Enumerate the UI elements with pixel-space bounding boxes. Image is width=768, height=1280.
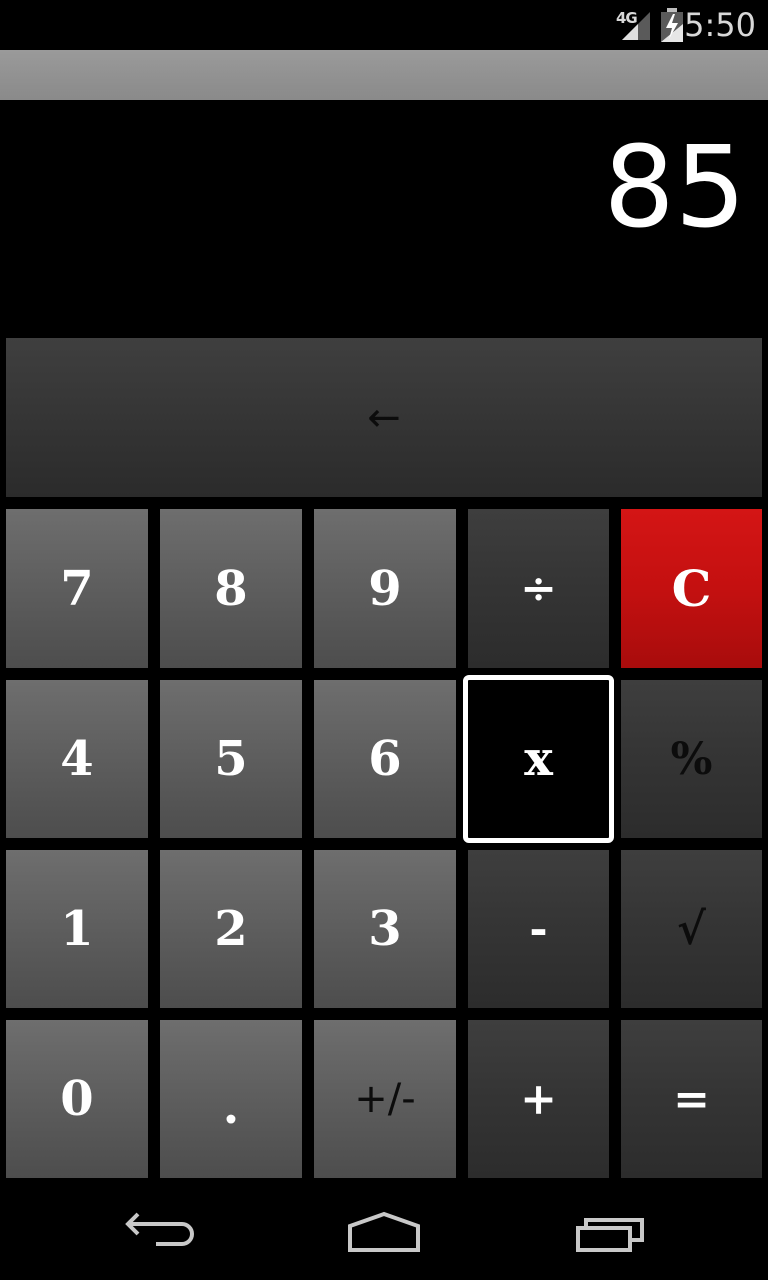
digit-5-label: 5 <box>214 731 248 787</box>
divide-label: ÷ <box>520 563 557 614</box>
digit-6-button[interactable]: 6 <box>314 680 456 838</box>
digit-9-button[interactable]: 9 <box>314 509 456 668</box>
digit-4-button[interactable]: 4 <box>6 680 148 838</box>
square-root-label: √ <box>677 903 706 955</box>
digit-3-button[interactable]: 3 <box>314 850 456 1008</box>
back-arrow-icon <box>125 1212 194 1246</box>
nav-recents-button[interactable] <box>562 1204 658 1260</box>
clock: 5:50 <box>684 6 756 44</box>
title-bar <box>0 50 768 100</box>
nav-back-button[interactable] <box>112 1204 208 1260</box>
digit-7-button[interactable]: 7 <box>6 509 148 668</box>
recent-apps-icon <box>576 1218 644 1252</box>
equals-label: = <box>673 1073 710 1125</box>
minus-label: - <box>529 903 548 955</box>
negate-button[interactable]: +/- <box>314 1020 456 1178</box>
nav-home-button[interactable] <box>336 1204 432 1260</box>
multiply-button[interactable]: x <box>463 675 614 843</box>
signal-icon <box>622 12 650 40</box>
battery-icon <box>661 8 683 42</box>
clear-button[interactable]: C <box>621 509 762 668</box>
decimal-point-label: . <box>222 1079 240 1135</box>
decimal-point-button[interactable]: . <box>160 1020 302 1178</box>
backspace-label: ← <box>367 394 401 441</box>
digit-0-label: 0 <box>60 1071 94 1127</box>
percent-label: % <box>670 733 713 785</box>
plus-label: + <box>520 1073 557 1125</box>
home-icon <box>348 1211 420 1252</box>
digit-5-button[interactable]: 5 <box>160 680 302 838</box>
digit-9-label: 9 <box>368 560 402 617</box>
digit-0-button[interactable]: 0 <box>6 1020 148 1178</box>
digit-1-label: 1 <box>60 901 94 957</box>
calculator-display: 85 <box>0 100 768 336</box>
negate-label: +/- <box>354 1076 416 1122</box>
digit-4-label: 4 <box>60 731 94 787</box>
navigation-bar <box>0 1184 768 1280</box>
multiply-label: x <box>524 731 553 787</box>
digit-2-label: 2 <box>214 901 248 957</box>
digit-8-button[interactable]: 8 <box>160 509 302 668</box>
digit-8-label: 8 <box>214 560 248 617</box>
clear-label: C <box>671 559 712 618</box>
digit-1-button[interactable]: 1 <box>6 850 148 1008</box>
plus-button[interactable]: + <box>468 1020 609 1178</box>
equals-button[interactable]: = <box>621 1020 762 1178</box>
status-bar: 4G 5:50 <box>0 0 768 50</box>
minus-button[interactable]: - <box>468 850 609 1008</box>
digit-6-label: 6 <box>368 731 402 787</box>
digit-2-button[interactable]: 2 <box>160 850 302 1008</box>
square-root-button[interactable]: √ <box>621 850 762 1008</box>
digit-3-label: 3 <box>368 901 402 957</box>
percent-button[interactable]: % <box>621 680 762 838</box>
digit-7-label: 7 <box>60 560 94 617</box>
divide-button[interactable]: ÷ <box>468 509 609 668</box>
backspace-button[interactable]: ← <box>6 338 762 497</box>
display-value: 85 <box>603 123 746 253</box>
